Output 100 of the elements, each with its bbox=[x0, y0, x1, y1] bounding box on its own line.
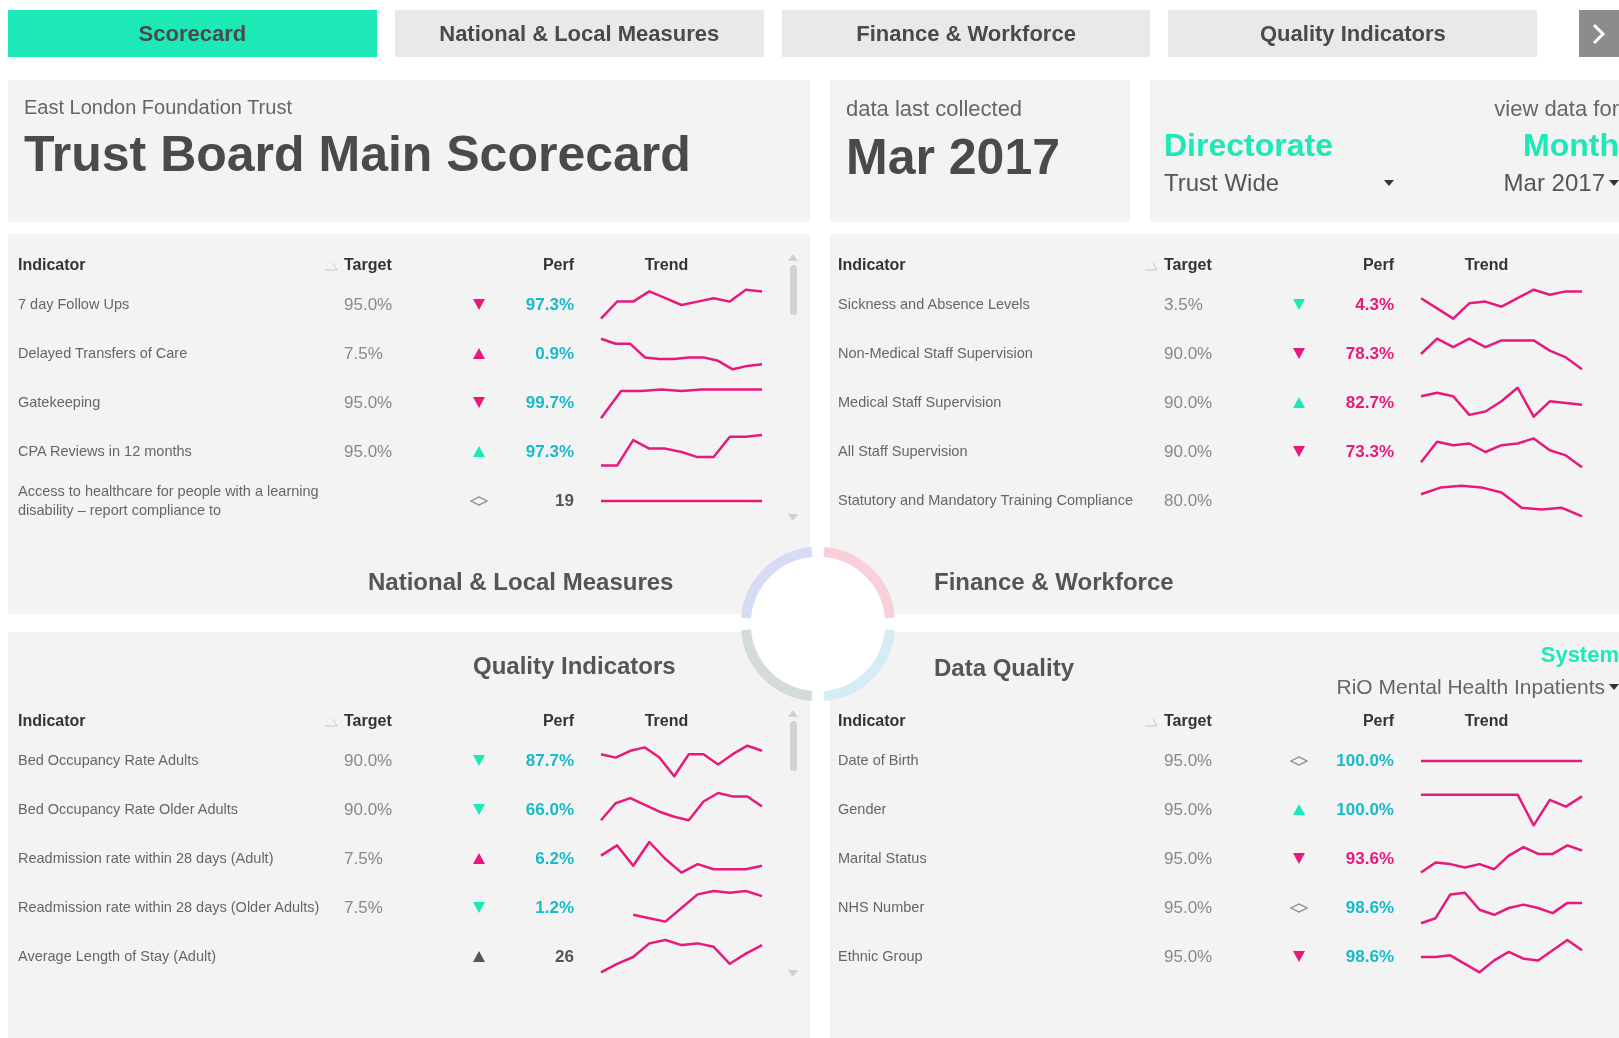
column-header[interactable]: Perf bbox=[444, 709, 574, 733]
dropdown-caret-icon[interactable] bbox=[1384, 180, 1394, 186]
next-page-button[interactable] bbox=[1579, 10, 1619, 57]
indicator-name: Statutory and Mandatory Training Compliance bbox=[838, 491, 1134, 510]
indicator-name: Bed Occupancy Rate Adults bbox=[18, 751, 200, 770]
perf-value: 99.7% bbox=[524, 391, 574, 414]
organisation-name: East London Foundation Trust bbox=[24, 95, 293, 120]
perf-value: 98.6% bbox=[1344, 945, 1394, 968]
target-value: 95.0% bbox=[344, 293, 394, 316]
perf-value: 97.3% bbox=[524, 440, 574, 463]
panel-title: Data Quality bbox=[934, 653, 1075, 683]
indicator-name: Average Length of Stay (Adult) bbox=[18, 947, 218, 966]
perf-value: 93.6% bbox=[1344, 847, 1394, 870]
indicator-name: Sickness and Absence Levels bbox=[838, 295, 1031, 314]
target-value: 7.5% bbox=[344, 342, 384, 365]
indicator-name: Delayed Transfers of Care bbox=[18, 344, 189, 363]
column-header[interactable]: Perf bbox=[444, 253, 574, 277]
panel-title: Finance & Workforce bbox=[934, 567, 1175, 597]
perf-value: 97.3% bbox=[524, 293, 574, 316]
target-value: 90.0% bbox=[344, 798, 394, 821]
target-value: 95.0% bbox=[1164, 896, 1214, 919]
target-value: 90.0% bbox=[1164, 391, 1214, 414]
column-header[interactable]: Target bbox=[1164, 253, 1264, 277]
indicator-name: 7 day Follow Ups bbox=[18, 295, 131, 314]
column-header[interactable]: Target bbox=[344, 253, 444, 277]
column-header[interactable]: Indicator bbox=[838, 709, 1144, 733]
target-value: 95.0% bbox=[344, 440, 394, 463]
indicator-name: Readmission rate within 28 days (Adult) bbox=[18, 849, 275, 868]
column-header[interactable]: Trend bbox=[574, 709, 759, 733]
target-value: 7.5% bbox=[344, 896, 384, 919]
indicator-name: Ethnic Group bbox=[838, 947, 924, 966]
column-header[interactable]: Target bbox=[1164, 709, 1264, 733]
column-header[interactable]: Indicator bbox=[18, 253, 324, 277]
collected-label: data last collected bbox=[846, 95, 1024, 123]
column-header[interactable]: Trend bbox=[574, 253, 759, 277]
nav-tab[interactable]: Finance & Workforce bbox=[781, 10, 1151, 57]
target-value: 95.0% bbox=[344, 391, 394, 414]
panel-title: National & Local Measures bbox=[368, 567, 675, 597]
perf-value: 66.0% bbox=[524, 798, 574, 821]
collected-date: Mar 2017 bbox=[846, 128, 1062, 187]
dropdown-caret-icon[interactable] bbox=[1609, 180, 1619, 186]
nav-tab[interactable]: Quality Indicators bbox=[1168, 10, 1538, 57]
scrollbar-thumb[interactable] bbox=[789, 265, 797, 315]
panel-title: Quality Indicators bbox=[473, 651, 677, 681]
scroll-down-icon[interactable] bbox=[788, 514, 798, 521]
nav-tab[interactable]: Scorecard bbox=[8, 10, 377, 57]
perf-value: 100.0% bbox=[1335, 749, 1394, 772]
target-value: 90.0% bbox=[344, 749, 394, 772]
scroll-up-icon[interactable] bbox=[788, 710, 798, 717]
perf-value: 100.0% bbox=[1335, 798, 1394, 821]
target-value: 95.0% bbox=[1164, 749, 1214, 772]
column-header[interactable]: Trend bbox=[1394, 253, 1579, 277]
perf-value: 78.3% bbox=[1344, 342, 1394, 365]
target-value: 80.0% bbox=[1164, 489, 1214, 512]
indicator-name: All Staff Supervision bbox=[838, 442, 969, 461]
indicator-name: NHS Number bbox=[838, 898, 926, 917]
perf-value: 98.6% bbox=[1344, 896, 1394, 919]
target-value: 95.0% bbox=[1164, 945, 1214, 968]
view-label: view data for bbox=[1494, 95, 1619, 123]
perf-value: 73.3% bbox=[1344, 440, 1394, 463]
scrollbar-thumb[interactable] bbox=[789, 721, 797, 771]
indicator-name: Bed Occupancy Rate Older Adults bbox=[18, 800, 240, 819]
dropdown-caret-icon[interactable] bbox=[1609, 683, 1619, 690]
month-dropdown[interactable]: Mar 2017 bbox=[1503, 165, 1619, 201]
indicator-name: Medical Staff Supervision bbox=[838, 393, 1003, 412]
scroll-up-icon[interactable] bbox=[788, 254, 798, 261]
target-value: 3.5% bbox=[1164, 293, 1204, 316]
target-value: 95.0% bbox=[1164, 798, 1214, 821]
indicator-name: Gatekeeping bbox=[18, 393, 102, 412]
indicator-name: Readmission rate within 28 days (Older Adults) bbox=[18, 898, 321, 917]
directorate-dropdown[interactable]: Trust Wide bbox=[1164, 165, 1394, 201]
system-dropdown[interactable]: RiO Mental Health Inpatients bbox=[1336, 671, 1619, 703]
nav-tab[interactable]: National & Local Measures bbox=[394, 10, 764, 57]
directorate-label: Directorate bbox=[1164, 126, 1334, 165]
indicator-name: Non-Medical Staff Supervision bbox=[838, 344, 1034, 363]
month-label: Month bbox=[1523, 126, 1619, 165]
indicator-name: Access to healthcare for people with a learning disability – report compliance to bbox=[18, 481, 320, 520]
chevron-right-icon bbox=[1592, 22, 1607, 45]
target-value: 90.0% bbox=[1164, 440, 1214, 463]
perf-value: 19 bbox=[554, 489, 574, 512]
perf-value: 1.2% bbox=[534, 896, 574, 919]
perf-value: 4.3% bbox=[1354, 293, 1394, 316]
column-header[interactable]: Indicator bbox=[838, 253, 1144, 277]
column-header[interactable]: Target bbox=[344, 709, 444, 733]
column-header[interactable]: Perf bbox=[1264, 253, 1394, 277]
column-header[interactable]: Trend bbox=[1394, 709, 1579, 733]
perf-value: 26 bbox=[554, 945, 574, 968]
target-value: 7.5% bbox=[344, 847, 384, 870]
perf-value: 0.9% bbox=[534, 342, 574, 365]
target-value: 95.0% bbox=[1164, 847, 1214, 870]
column-header[interactable]: Perf bbox=[1264, 709, 1394, 733]
indicator-name: Gender bbox=[838, 800, 888, 819]
indicator-name: CPA Reviews in 12 months bbox=[18, 442, 193, 461]
page-title: Trust Board Main Scorecard bbox=[24, 125, 692, 184]
system-label: System bbox=[1540, 641, 1619, 669]
perf-value: 82.7% bbox=[1344, 391, 1394, 414]
indicator-name: Marital Status bbox=[838, 849, 928, 868]
perf-value: 6.2% bbox=[534, 847, 574, 870]
column-header[interactable]: Indicator bbox=[18, 709, 324, 733]
scroll-down-icon[interactable] bbox=[788, 970, 798, 977]
